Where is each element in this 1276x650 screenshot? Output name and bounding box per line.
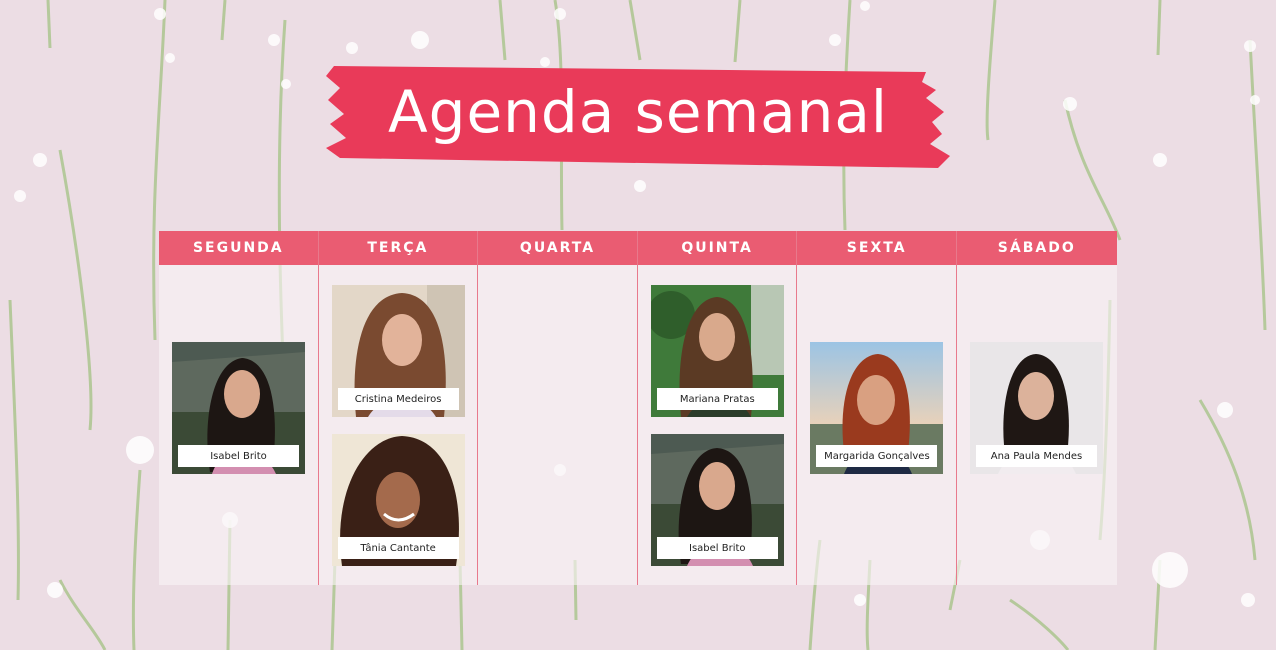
day-header: SÁBADO <box>956 231 1117 265</box>
day-header: SEGUNDA <box>159 231 318 265</box>
day-column-terca: TERÇA Cristina Medeiros Tânia Cantante <box>318 231 479 585</box>
day-header: QUARTA <box>478 231 637 265</box>
page-title: Agenda semanal <box>387 78 889 146</box>
day-column-sabado: SÁBADO Ana Paula Mendes <box>956 231 1117 585</box>
title-banner: Agenda semanal <box>326 64 950 168</box>
weekly-schedule: SEGUNDA Isabel Brito TERÇA Cristina Mede… <box>159 231 1117 585</box>
day-column-segunda: SEGUNDA Isabel Brito <box>159 231 319 585</box>
day-header: QUINTA <box>637 231 797 265</box>
person-card[interactable]: Mariana Pratas <box>650 285 784 417</box>
person-name: Cristina Medeiros <box>337 388 459 410</box>
person-card[interactable]: Cristina Medeiros <box>331 285 465 417</box>
day-column-sexta: SEXTA Margarida Gonçalves <box>797 231 957 585</box>
person-card[interactable]: Isabel Brito <box>650 434 784 566</box>
day-column-quinta: QUINTA Mariana Pratas Isabel Brito <box>637 231 798 585</box>
person-card[interactable]: Margarida Gonçalves <box>810 342 944 474</box>
person-card[interactable]: Tânia Cantante <box>331 434 465 566</box>
person-name: Ana Paula Mendes <box>975 445 1097 467</box>
day-header: SEXTA <box>797 231 956 265</box>
person-name: Isabel Brito <box>178 445 299 467</box>
person-name: Tânia Cantante <box>337 537 459 559</box>
person-card[interactable]: Ana Paula Mendes <box>969 342 1103 474</box>
day-header: TERÇA <box>318 231 478 265</box>
person-card[interactable]: Isabel Brito <box>172 342 305 474</box>
person-name: Mariana Pratas <box>656 388 778 410</box>
person-name: Margarida Gonçalves <box>816 445 938 467</box>
day-column-quarta: QUARTA <box>478 231 638 585</box>
person-name: Isabel Brito <box>656 537 778 559</box>
